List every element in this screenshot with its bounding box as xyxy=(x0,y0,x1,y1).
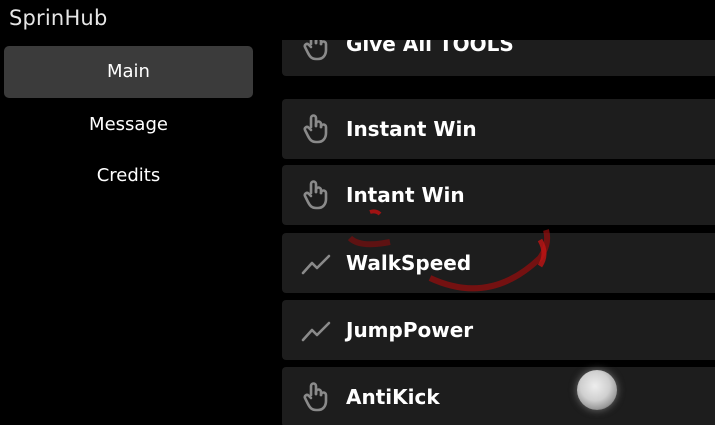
sidebar: Main Message Credits xyxy=(0,44,258,424)
app-window: SprinHub Main Message Credits Give All T… xyxy=(0,0,715,425)
give-all-tools-button[interactable]: Give All TOOLS xyxy=(282,40,715,76)
trend-line-icon xyxy=(301,254,331,275)
sidebar-item-main[interactable]: Main xyxy=(4,46,253,98)
antikick-button[interactable]: AntiKick xyxy=(282,367,715,425)
red-smudge-overlay xyxy=(347,209,551,292)
cursor-dot xyxy=(577,370,617,410)
pointer-hand-icon xyxy=(303,180,328,210)
sidebar-item-credits[interactable]: Credits xyxy=(4,150,253,202)
button-label: Give All TOOLS xyxy=(346,40,514,56)
pointer-hand-icon xyxy=(303,382,328,412)
button-label: AntiKick xyxy=(346,385,440,409)
app-title: SprinHub xyxy=(9,6,108,30)
sidebar-item-message[interactable]: Message xyxy=(4,99,253,151)
button-label: Instant Win xyxy=(346,117,477,141)
trend-line-icon xyxy=(301,321,331,342)
instant-win-button[interactable]: Instant Win xyxy=(282,99,715,159)
pointer-hand-icon xyxy=(303,114,328,144)
pointer-hand-icon xyxy=(303,40,328,61)
